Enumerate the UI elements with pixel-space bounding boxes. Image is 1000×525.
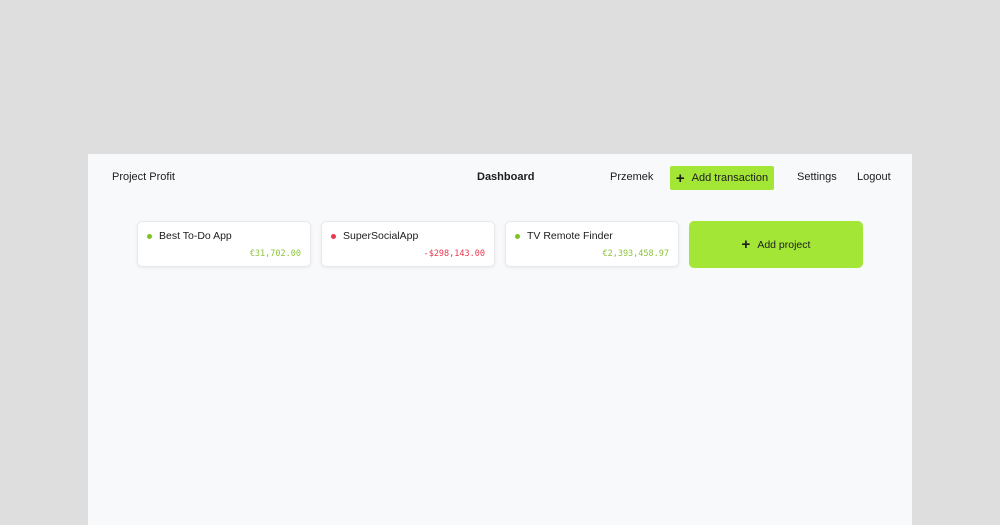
status-dot-icon (515, 234, 520, 239)
project-amount: €2,393,458.97 (602, 249, 669, 259)
plus-icon: + (675, 169, 685, 187)
nav-logout-link[interactable]: Logout (857, 171, 891, 183)
project-name: Best To-Do App (159, 230, 232, 242)
add-transaction-button[interactable]: + Add transaction (670, 166, 774, 190)
project-name: SuperSocialApp (343, 230, 419, 242)
status-dot-icon (147, 234, 152, 239)
top-nav: Project Profit Dashboard Przemek + Add t… (88, 154, 912, 202)
project-card[interactable]: Best To-Do App €31,702.00 (137, 221, 311, 267)
add-project-label: Add project (757, 238, 811, 251)
project-amount: €31,702.00 (249, 249, 301, 259)
project-card[interactable]: SuperSocialApp -$298,143.00 (321, 221, 495, 267)
add-transaction-label: Add transaction (691, 172, 769, 184)
project-amount: -$298,143.00 (423, 249, 485, 259)
project-name: TV Remote Finder (527, 230, 613, 242)
add-project-button[interactable]: + Add project (689, 221, 863, 268)
app-window: Project Profit Dashboard Przemek + Add t… (88, 154, 912, 525)
status-dot-icon (331, 234, 336, 239)
nav-user-link[interactable]: Przemek (610, 171, 653, 183)
nav-dashboard-link[interactable]: Dashboard (477, 171, 534, 183)
brand-title[interactable]: Project Profit (112, 171, 175, 183)
nav-settings-link[interactable]: Settings (797, 171, 837, 183)
project-card[interactable]: TV Remote Finder €2,393,458.97 (505, 221, 679, 267)
plus-icon: + (741, 236, 751, 253)
